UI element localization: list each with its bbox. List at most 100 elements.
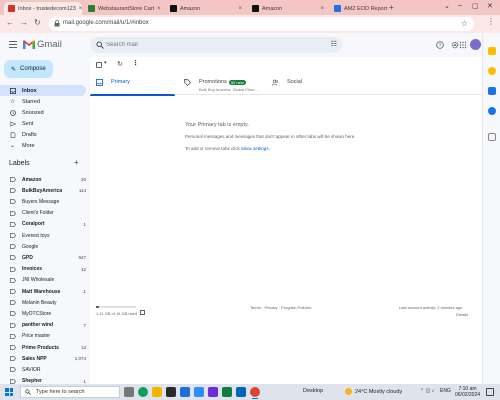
- nav-more[interactable]: ⌄ More: [0, 140, 86, 151]
- label-item[interactable]: Matt Warehouse 1: [0, 286, 86, 297]
- amazon-favicon: [170, 5, 177, 12]
- search-input[interactable]: [106, 39, 306, 51]
- desktop-toolbar[interactable]: Desktop: [303, 388, 323, 394]
- get-addons-icon[interactable]: [488, 133, 496, 141]
- browser-tab-webstaurant[interactable]: WebstaurantStore Cart ×: [84, 2, 164, 15]
- details-link[interactable]: Details: [456, 312, 468, 317]
- more-options-icon[interactable]: ⋮: [132, 59, 139, 67]
- file-explorer-icon[interactable]: [152, 387, 162, 397]
- tasks-app-icon[interactable]: [488, 87, 496, 95]
- apps-grid-icon[interactable]: [459, 41, 467, 49]
- keep-app-icon[interactable]: [488, 67, 496, 75]
- label-item[interactable]: SAVIOR: [0, 364, 86, 375]
- label-item[interactable]: Client's Folder: [0, 208, 86, 219]
- teams-app-icon[interactable]: [208, 387, 218, 397]
- label-item[interactable]: panther wind 7: [0, 320, 86, 331]
- label-item[interactable]: JNI Wholesale: [0, 275, 86, 286]
- label-name: Google: [22, 243, 39, 250]
- account-avatar[interactable]: [470, 39, 481, 50]
- label-item[interactable]: Buyers Message: [0, 196, 86, 207]
- settings-gear-icon[interactable]: [451, 41, 459, 49]
- language-indicator[interactable]: ENG: [440, 388, 451, 394]
- select-all-checkbox[interactable]: [96, 62, 102, 68]
- label-tag-icon: [10, 289, 16, 294]
- nav-snoozed[interactable]: Snoozed: [0, 107, 86, 118]
- label-tag-icon: [10, 311, 16, 317]
- select-dropdown-icon[interactable]: ▾: [104, 60, 107, 66]
- tab-primary[interactable]: Primary: [90, 74, 175, 96]
- label-item[interactable]: GPD 947: [0, 252, 86, 263]
- close-tab-icon[interactable]: ×: [79, 6, 82, 12]
- nav-drafts[interactable]: Drafts: [0, 129, 86, 140]
- notification-icon[interactable]: [486, 388, 494, 396]
- store-app-icon[interactable]: [166, 387, 176, 397]
- label-item[interactable]: Melanin Beauty: [0, 297, 86, 308]
- open-in-new-icon[interactable]: [140, 310, 145, 315]
- nav-starred[interactable]: ☆ Starred: [0, 96, 86, 107]
- gmail-header: Gmail ☷ ?: [0, 33, 482, 57]
- reload-icon[interactable]: ↻: [34, 18, 41, 27]
- mail-app-icon[interactable]: [180, 387, 190, 397]
- bookmark-star-icon[interactable]: ☆: [461, 19, 468, 28]
- main-menu-icon[interactable]: [9, 41, 17, 48]
- nav-inbox[interactable]: Inbox: [0, 85, 86, 96]
- close-tab-icon[interactable]: ×: [320, 6, 324, 12]
- browser-menu-icon[interactable]: ⋮: [487, 17, 495, 26]
- contacts-app-icon[interactable]: [488, 107, 496, 115]
- help-icon[interactable]: ?: [436, 41, 444, 49]
- nav-label: More: [22, 142, 35, 149]
- weather-widget[interactable]: 24°C Mostly cloudy: [345, 388, 402, 395]
- label-item[interactable]: Amazon 20: [0, 174, 86, 185]
- search-icon[interactable]: [96, 41, 104, 49]
- nav-sent[interactable]: Sent: [0, 118, 86, 129]
- system-tray-icons[interactable]: ⌃ ◫ ♪: [420, 388, 434, 394]
- label-item[interactable]: Invoices 12: [0, 264, 86, 275]
- footer-links[interactable]: Terms · Privacy · Program Policies: [250, 305, 311, 310]
- inbox-settings-link[interactable]: inbox settings: [241, 146, 269, 151]
- windows-start-icon[interactable]: [5, 388, 13, 396]
- compose-button[interactable]: ✎ Compose: [4, 60, 53, 78]
- label-item[interactable]: Coralport 1: [0, 219, 86, 230]
- close-tab-icon[interactable]: ×: [238, 6, 242, 12]
- excel-app-icon[interactable]: [222, 387, 232, 397]
- tab-social[interactable]: Social: [272, 74, 352, 95]
- label-item[interactable]: Shepher 1: [0, 376, 86, 384]
- label-item[interactable]: Prime Products 13: [0, 342, 86, 353]
- browser-tab-amazon-2[interactable]: Amazon ×: [248, 2, 328, 15]
- close-tab-icon[interactable]: ×: [157, 6, 161, 12]
- label-item[interactable]: MyOTCStore: [0, 308, 86, 319]
- clock[interactable]: 7:10 am 06/02/2024: [455, 386, 480, 398]
- label-item[interactable]: BulkBuyAmerica 114: [0, 185, 86, 196]
- task-view-icon[interactable]: [124, 387, 134, 397]
- label-item[interactable]: Price master: [0, 331, 86, 342]
- tab-search-icon[interactable]: ⌄: [444, 2, 450, 10]
- label-item[interactable]: Google: [0, 241, 86, 252]
- zoom-app-icon[interactable]: [194, 387, 204, 397]
- refresh-icon[interactable]: ↻: [117, 60, 123, 68]
- tab-promotions[interactable]: Promotions 50 new Bulk Buy America, Glob…: [184, 74, 276, 95]
- star-icon: ☆: [10, 98, 16, 105]
- tab-title: WebstaurantStore Cart: [98, 5, 155, 12]
- back-icon[interactable]: ←: [6, 18, 14, 27]
- forward-icon[interactable]: →: [20, 18, 28, 27]
- browser-tab-amazon-1[interactable]: Amazon ×: [166, 2, 246, 15]
- search-options-icon[interactable]: ☷: [331, 40, 337, 48]
- taskbar-search[interactable]: Type here to search: [20, 386, 120, 398]
- new-count-badge: 50 new: [228, 79, 246, 85]
- minimize-icon[interactable]: –: [458, 2, 462, 9]
- label-item[interactable]: Everest toys: [0, 230, 86, 241]
- create-label-button[interactable]: +: [74, 158, 79, 167]
- address-bar[interactable]: mail.google.com/mail/u/1/#inbox ☆: [49, 17, 474, 31]
- new-tab-button[interactable]: +: [389, 3, 394, 12]
- calendar-app-icon[interactable]: [488, 47, 496, 55]
- label-item[interactable]: Sales NPP 1,074: [0, 353, 86, 364]
- browser-tab-inbox[interactable]: Inbox - trustedecom123 ×: [4, 2, 82, 15]
- browser-tab-eod-report[interactable]: AMZ EOD Report ×: [330, 2, 388, 15]
- close-window-icon[interactable]: ✕: [487, 2, 493, 10]
- edge-app-icon[interactable]: [138, 387, 148, 397]
- inbox-tabs: Primary Promotions 50 new Bulk Buy Ameri…: [90, 74, 482, 96]
- chrome-app-icon[interactable]: [250, 387, 260, 399]
- side-panel: [482, 33, 500, 384]
- maximize-icon[interactable]: ▢: [472, 2, 479, 10]
- app-icon[interactable]: [236, 387, 246, 397]
